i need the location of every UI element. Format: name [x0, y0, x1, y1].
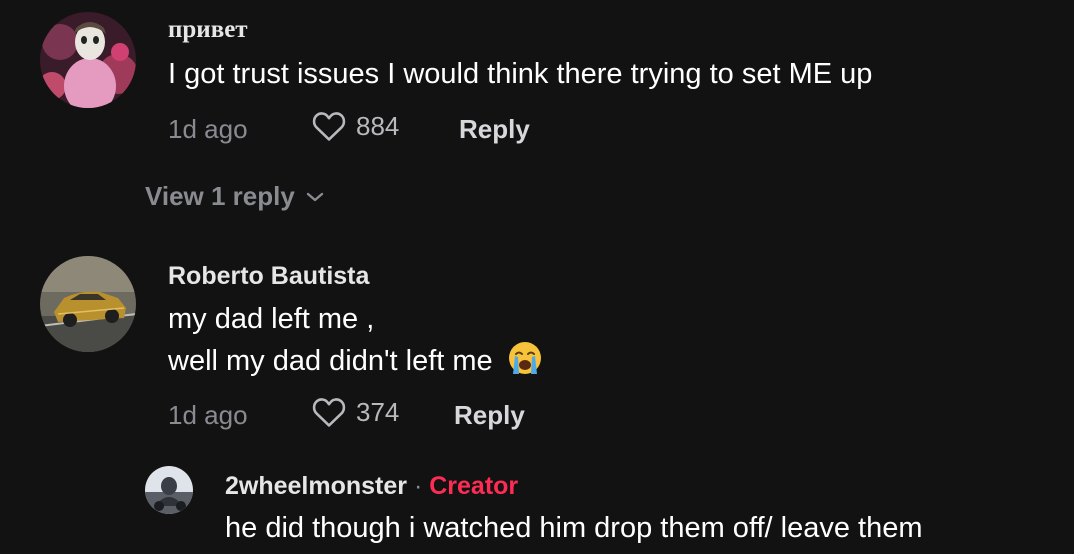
creator-badge: Creator [429, 472, 519, 500]
comment-text-line: well my dad didn't left me [168, 345, 493, 377]
view-replies-button[interactable]: View 1 reply [145, 181, 325, 212]
avatar[interactable] [40, 256, 136, 352]
reply-username-row: 2wheelmonster · Creator [225, 472, 518, 501]
view-replies-label: View 1 reply [145, 181, 295, 211]
reply-button[interactable]: Reply [454, 400, 525, 431]
comment-username[interactable]: привет [168, 16, 248, 44]
comment-text: my dad left me , [168, 303, 375, 335]
masked-figure-avatar-icon [40, 12, 136, 108]
like-count: 374 [356, 396, 400, 427]
like-button[interactable]: 374 [312, 396, 399, 428]
comment-text: I got trust issues I would think there t… [168, 58, 873, 90]
heart-icon [312, 398, 346, 427]
like-count: 884 [356, 110, 400, 141]
gold-car-avatar-icon [40, 256, 136, 352]
avatar[interactable] [145, 466, 193, 514]
like-button[interactable]: 884 [312, 110, 399, 142]
chevron-down-icon [306, 192, 324, 201]
comment-timestamp: 1d ago [168, 400, 248, 430]
rider-avatar-icon [145, 466, 193, 514]
reply-text: he did though i watched him drop them of… [225, 512, 923, 544]
loudly-crying-face-icon [508, 342, 541, 374]
avatar[interactable] [40, 12, 136, 108]
comment-username[interactable]: Roberto Bautista [168, 262, 369, 291]
reply-username[interactable]: 2wheelmonster [225, 472, 407, 500]
heart-icon [312, 112, 346, 141]
comment-text: well my dad didn't left me [168, 340, 543, 382]
comment-timestamp: 1d ago [168, 114, 248, 144]
separator-dot: · [413, 472, 423, 500]
reply-button[interactable]: Reply [459, 114, 530, 145]
comments-panel: привет I got trust issues I would think … [0, 0, 1074, 554]
